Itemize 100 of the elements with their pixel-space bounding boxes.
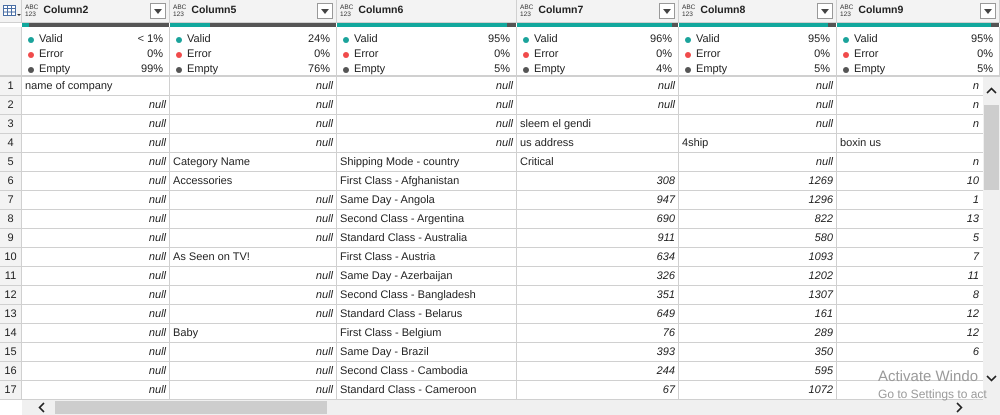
table-cell: null	[170, 267, 337, 286]
table-cell: null	[22, 172, 170, 191]
stat-value: 0%	[494, 47, 510, 62]
table-cell: Same Day - Angola	[337, 191, 517, 210]
table-cell: 244	[517, 362, 679, 381]
table-cell: Second Class - Bangladesh	[337, 286, 517, 305]
table-cell: 634	[517, 248, 679, 267]
stat-label: Empty	[354, 62, 386, 75]
stat-value: 5%	[494, 62, 510, 75]
table-cell: Same Day - Azerbaijan	[337, 267, 517, 286]
column-header[interactable]: Column8	[700, 3, 812, 19]
table-cell: 1269	[679, 172, 837, 191]
table-cell: 1202	[679, 267, 837, 286]
stat-label: Valid	[39, 32, 63, 48]
table-cell: 595	[679, 362, 837, 381]
table-cell: null	[22, 210, 170, 229]
table-cell: null	[337, 96, 517, 115]
table-cell: null	[337, 77, 517, 96]
row-number: 15	[0, 343, 22, 362]
table-cell: 911	[517, 229, 679, 248]
row-number: 11	[0, 267, 22, 286]
filter-dropdown-button[interactable]	[980, 3, 996, 19]
table-cell: 326	[517, 267, 679, 286]
table-menu-icon[interactable]	[3, 5, 21, 17]
activation-subtitle: Go to Settings to act	[878, 386, 987, 402]
table-cell: 289	[679, 324, 837, 343]
stat-label: Valid	[854, 32, 878, 48]
row-number: 8	[0, 210, 22, 229]
column-header[interactable]: Column9	[858, 3, 975, 19]
stat-label: Error	[187, 47, 212, 62]
table-cell: null	[170, 134, 337, 153]
table-cell: null	[170, 286, 337, 305]
stat-value: 0%	[147, 47, 163, 62]
table-cell: null	[170, 229, 337, 248]
table-cell: null	[170, 305, 337, 324]
table-cell: null	[22, 191, 170, 210]
stat-value: 4%	[656, 62, 672, 75]
table-cell: 947	[517, 191, 679, 210]
column-header[interactable]: Column5	[191, 3, 312, 19]
table-cell: 1296	[679, 191, 837, 210]
stat-label: Error	[696, 47, 720, 62]
table-cell: null	[22, 153, 170, 172]
horizontal-scrollbar[interactable]	[22, 400, 1000, 415]
stat-value: 95%	[808, 32, 830, 48]
table-cell: Shipping Mode - country	[337, 153, 517, 172]
activation-title: Activate Windo	[878, 368, 980, 386]
row-number: 9	[0, 229, 22, 248]
stat-value: 5%	[977, 62, 993, 75]
row-number: 3	[0, 115, 22, 134]
table-cell: Second Class - Argentina	[337, 210, 517, 229]
filter-dropdown-button[interactable]	[150, 3, 166, 19]
table-cell: name of company	[22, 77, 170, 96]
stat-label: Empty	[854, 62, 886, 75]
table-cell: null	[679, 96, 837, 115]
table-cell: null	[22, 305, 170, 324]
row-number: 5	[0, 153, 22, 172]
table-cell: null	[22, 96, 170, 115]
table-cell: null	[170, 343, 337, 362]
table-cell: null	[337, 134, 517, 153]
table-cell: 351	[517, 286, 679, 305]
table-cell: null	[22, 229, 170, 248]
filter-dropdown-button[interactable]	[317, 3, 333, 19]
table-cell: 690	[517, 210, 679, 229]
scrollbar-thumb[interactable]	[984, 105, 999, 190]
table-cell: 393	[517, 343, 679, 362]
table-cell: null	[22, 134, 170, 153]
stat-value: 99%	[140, 62, 163, 75]
filter-dropdown-button[interactable]	[817, 3, 833, 19]
caret-icon	[321, 8, 329, 14]
table-cell: 1093	[679, 248, 837, 267]
table-cell: sleem el gendi	[517, 115, 679, 134]
table-cell: null	[170, 210, 337, 229]
stat-value: 5%	[814, 62, 830, 75]
column-header[interactable]: Column2	[43, 3, 145, 19]
stat-label: Error	[854, 47, 878, 62]
table-cell: null	[170, 191, 337, 210]
table-cell: null	[22, 362, 170, 381]
caret-icon	[663, 8, 671, 14]
stat-value: 76%	[308, 62, 330, 75]
table-cell: null	[170, 77, 337, 96]
table-cell: 76	[517, 324, 679, 343]
stat-label: Valid	[696, 32, 720, 48]
row-number: 1	[0, 77, 22, 96]
table-cell: Second Class - Cambodia	[337, 362, 517, 381]
table-cell: 1307	[679, 286, 837, 305]
scrollbar-thumb[interactable]	[55, 401, 327, 414]
stat-value: < 1%	[138, 32, 163, 48]
stat-label: Valid	[354, 32, 378, 48]
row-number: 16	[0, 362, 22, 381]
stat-label: Valid	[187, 32, 211, 48]
filter-dropdown-button[interactable]	[659, 3, 675, 19]
table-cell: null	[22, 248, 170, 267]
column-header[interactable]: Column6	[358, 3, 513, 19]
row-number: 4	[0, 134, 22, 153]
stat-label: Empty	[39, 62, 70, 75]
table-cell: us address	[517, 134, 679, 153]
table-cell: Standard Class - Belarus	[337, 305, 517, 324]
table-cell: Baby	[170, 324, 337, 343]
column-header[interactable]: Column7	[538, 3, 654, 19]
table-cell: null	[170, 96, 337, 115]
